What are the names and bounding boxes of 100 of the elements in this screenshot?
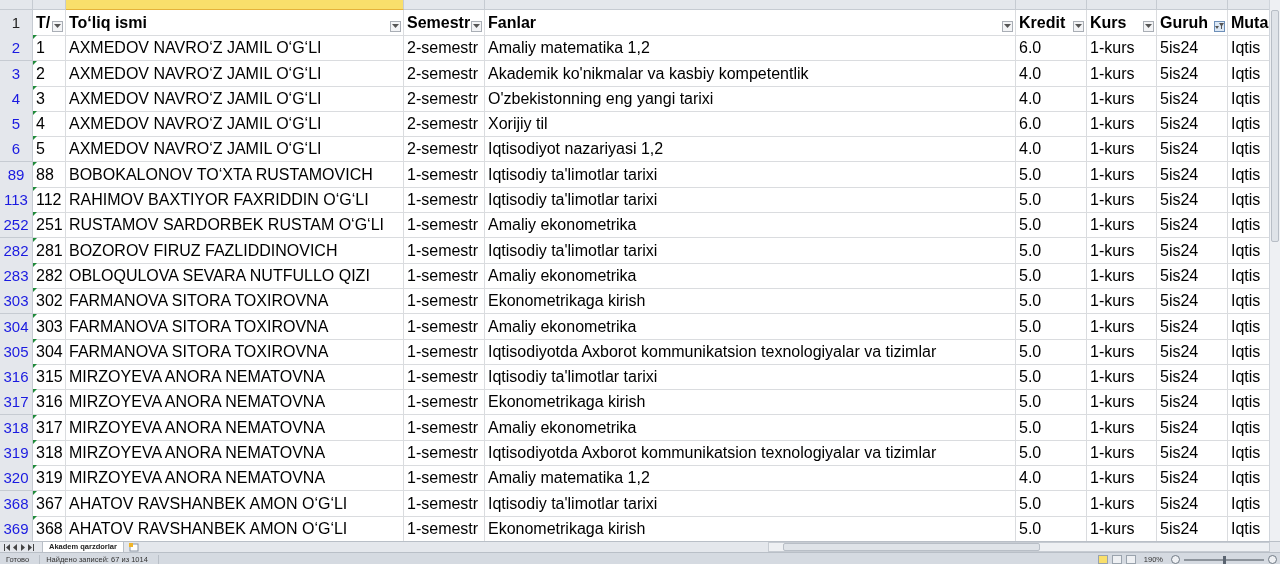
row-header[interactable]: 318 [0,414,33,441]
row-header[interactable]: 1 [0,10,33,36]
row-header[interactable]: 316 [0,364,33,391]
table-cell: 1-semestr [404,288,485,315]
row-header[interactable]: 282 [0,237,33,264]
row-header[interactable]: 320 [0,465,33,492]
zoom-out-button[interactable] [1171,555,1180,564]
filter-button[interactable] [1073,21,1084,32]
table-cell: 1-semestr [404,187,485,214]
table-cell: 1-kurs [1087,187,1157,214]
page-layout-button[interactable] [1111,555,1122,564]
table-cell: 5.0 [1016,161,1087,188]
column-title: Guruh [1160,13,1209,32]
table-cell: 317 [33,414,66,441]
table-cell: 5is24 [1157,60,1228,87]
table-cell: FARMANOVA SITORA TOXIROVNA [66,288,404,315]
page-break-button[interactable] [1125,555,1136,564]
vertical-scrollbar[interactable] [1269,0,1280,541]
table-cell: 251 [33,212,66,239]
new-sheet-icon[interactable] [127,542,140,552]
table-cell: 5.0 [1016,262,1087,289]
table-cell: Iqtisodiy ta'limotlar tarixi [485,364,1016,391]
table-cell: 2-semestr [404,136,485,163]
table-cell: 318 [33,440,66,467]
table-cell: 5is24 [1157,85,1228,112]
column-header[interactable] [1228,0,1269,10]
table-cell: 2-semestr [404,60,485,87]
zoom-slider[interactable] [1184,558,1264,561]
filter-button[interactable] [1143,21,1154,32]
table-cell: 1-kurs [1087,389,1157,416]
table-cell: 1-semestr [404,414,485,441]
table-cell: BOBOKALONOV TO‘XTA RUSTAMOVICH [66,161,404,188]
first-sheet-icon[interactable] [4,543,10,551]
column-header[interactable] [1016,0,1087,10]
table-cell: 1-kurs [1087,490,1157,517]
table-cell: 5is24 [1157,288,1228,315]
previous-sheet-icon[interactable] [12,543,18,551]
row-header[interactable]: 2 [0,35,33,62]
table-cell: 1-kurs [1087,313,1157,340]
row-header[interactable]: 5 [0,111,33,138]
column-title: Muta [1231,13,1269,32]
table-cell: 5.0 [1016,288,1087,315]
table-cell: 315 [33,364,66,391]
caret-icon [392,24,399,29]
row-header[interactable]: 304 [0,313,33,340]
table-cell: AHATOV RAVSHANBEK AMON O‘G‘LI [66,490,404,517]
row-header[interactable]: 283 [0,262,33,289]
row-header[interactable]: 4 [0,85,33,112]
row-header[interactable]: 6 [0,136,33,163]
column-header[interactable] [485,0,1016,10]
column-header[interactable] [66,0,404,10]
column-title: Fanlar [488,13,537,32]
column-header[interactable] [404,0,485,10]
row-header[interactable]: 303 [0,288,33,315]
column-header[interactable] [1157,0,1228,10]
table-cell: Iqtisodiyotda Axborot kommunikatsion texnologiyalar va tizimlar [485,338,1016,365]
table-cell: 2-semestr [404,35,485,62]
row-header[interactable]: 3 [0,60,33,87]
filter-button[interactable] [390,21,401,32]
filter-button[interactable] [1214,21,1225,32]
column-header[interactable] [1087,0,1157,10]
select-all-corner[interactable] [0,0,33,10]
row-header[interactable]: 113 [0,187,33,214]
row-header[interactable]: 89 [0,161,33,188]
row-header[interactable]: 317 [0,389,33,416]
table-cell: 5.0 [1016,212,1087,239]
filter-button[interactable] [1002,21,1013,32]
row-header[interactable]: 368 [0,490,33,517]
table-cell: 1-kurs [1087,35,1157,62]
table-cell: AXMEDOV NAVRO‘Z JAMIL O‘G‘LI [66,35,404,62]
last-sheet-icon[interactable] [28,543,34,551]
table-cell: 303 [33,313,66,340]
table-cell: Amaliy ekonometrika [485,313,1016,340]
next-sheet-icon[interactable] [20,543,26,551]
table-cell: 4.0 [1016,60,1087,87]
zoom-in-button[interactable] [1268,555,1277,564]
row-header[interactable]: 252 [0,212,33,239]
table-cell: 5.0 [1016,440,1087,467]
caret-icon [473,24,480,29]
table-cell: 1-kurs [1087,440,1157,467]
table-cell: 316 [33,389,66,416]
horizontal-scrollbar[interactable] [768,542,1270,552]
table-cell: RAHIMOV BAXTIYOR FAXRIDDIN O‘G‘LI [66,187,404,214]
table-cell: 5.0 [1016,313,1087,340]
row-header[interactable]: 319 [0,440,33,467]
column-header[interactable] [33,0,66,10]
normal-view-button[interactable] [1097,555,1108,564]
table-cell: RUSTAMOV SARDORBEK RUSTAM O‘G‘LI [66,212,404,239]
table-cell: Iqtisodiy ta'limotlar tarixi [485,237,1016,264]
table-cell: 4.0 [1016,85,1087,112]
table-cell: MIRZOYEVA ANORA NEMATOVNA [66,465,404,492]
table-cell: Akademik ko'nikmalar va kasbiy kompetentlik [485,60,1016,87]
caret-icon [1004,24,1011,29]
row-header[interactable]: 369 [0,515,33,541]
filter-button[interactable] [471,21,482,32]
table-cell: 5.0 [1016,187,1087,214]
filter-button[interactable] [52,21,63,32]
row-header[interactable]: 305 [0,338,33,365]
table-cell: 5.0 [1016,490,1087,517]
table-cell: Iqtisodiyot nazariyasi 1,2 [485,136,1016,163]
